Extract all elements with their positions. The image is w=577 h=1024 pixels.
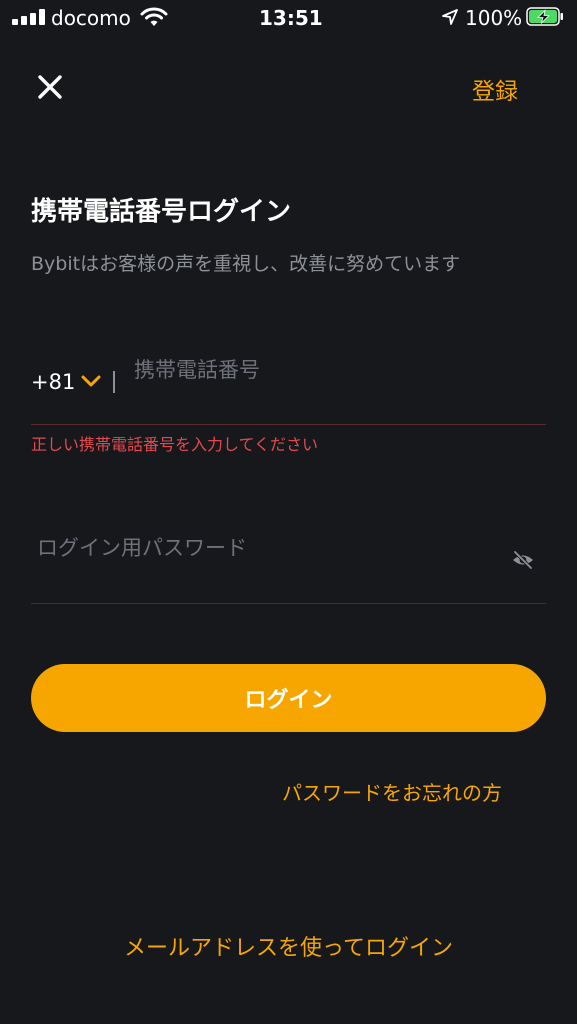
eye-off-icon[interactable]	[511, 549, 535, 571]
page-title: 携帯電話番号ログイン	[31, 197, 292, 227]
status-bar: docomo 13:51 100%	[0, 0, 577, 40]
chevron-down-icon[interactable]	[80, 373, 102, 389]
password-field-underline	[31, 603, 546, 604]
carrier-label: docomo	[51, 6, 131, 30]
battery-charging-icon	[526, 7, 563, 26]
close-icon[interactable]	[36, 73, 64, 101]
location-icon	[442, 9, 458, 25]
phone-field-underline	[31, 424, 546, 425]
forgot-password-link[interactable]: パスワードをお忘れの方	[282, 777, 502, 806]
battery-percent: 100%	[465, 6, 523, 30]
phone-number-input[interactable]	[134, 350, 534, 390]
signal-icon	[12, 9, 46, 25]
wifi-icon	[140, 7, 168, 26]
email-login-link[interactable]: メールアドレスを使ってログイン	[0, 930, 577, 962]
password-input[interactable]	[37, 528, 477, 568]
field-separator	[113, 371, 115, 393]
register-link[interactable]: 登録	[472, 72, 518, 106]
phone-error-message: 正しい携帯電話番号を入力してください	[31, 435, 319, 454]
login-button[interactable]: ログイン	[31, 664, 546, 732]
clock: 13:51	[259, 6, 323, 30]
country-code[interactable]: +81	[31, 370, 75, 394]
page-subtitle: Bybitはお客様の声を重視し、改善に努めています	[31, 253, 461, 275]
